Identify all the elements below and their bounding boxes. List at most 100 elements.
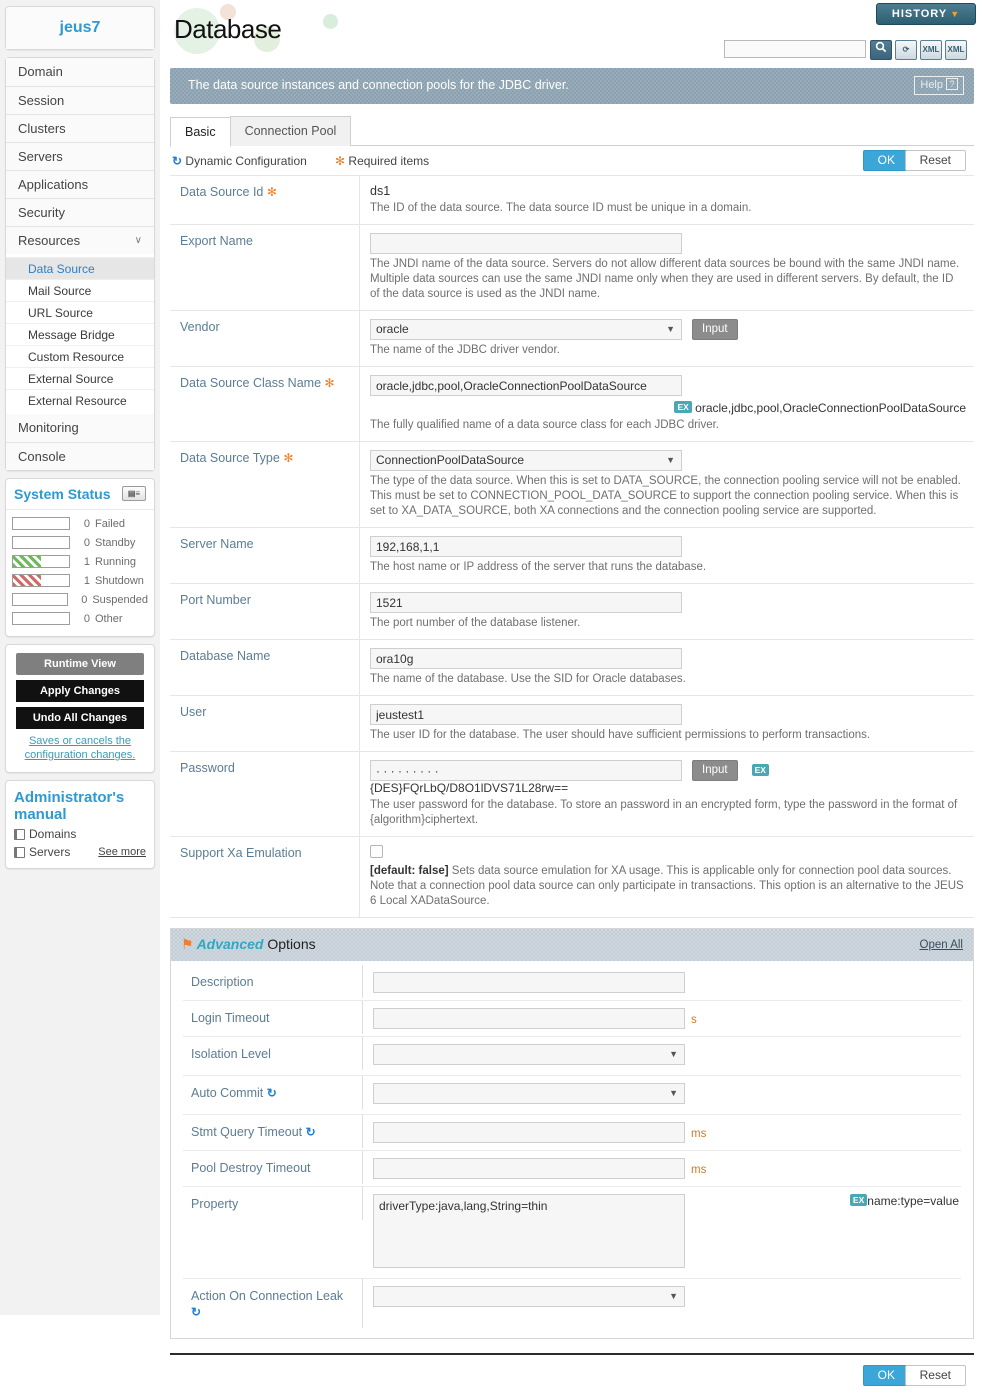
sidebar-item-console[interactable]: Console <box>6 442 154 470</box>
help-button[interactable]: Help? <box>914 76 964 95</box>
search-icon[interactable] <box>870 40 892 60</box>
sidebar-item-monitoring[interactable]: Monitoring <box>6 414 154 442</box>
field-data-source-class-name-input[interactable] <box>370 375 682 396</box>
sidebar-subitem-custom-resource[interactable]: Custom Resource <box>6 345 154 367</box>
save-cancel-note[interactable]: Saves or cancels the configuration chang… <box>16 734 144 762</box>
field-data-source-type-help: The type of the data source. When this i… <box>370 474 966 519</box>
history-button[interactable]: HISTORY ▼ <box>876 3 976 25</box>
field-data-source-id-help-text: The ID of the data source. The data sour… <box>370 202 752 214</box>
sidebar-item-session[interactable]: Session <box>6 86 154 114</box>
field-support-xa-emulation-help-default: [default: false] <box>370 865 449 877</box>
example-badge: EX <box>674 401 692 413</box>
ok-button-bottom[interactable]: OK <box>862 1365 910 1386</box>
see-more-link[interactable]: See more <box>98 846 146 858</box>
field-user-input[interactable] <box>370 704 682 725</box>
example-text: name:type=value <box>867 1194 959 1208</box>
undo-all-changes-button[interactable]: Undo All Changes <box>16 707 144 729</box>
example-text: {DES}FQrLbQ/D8O1lDVS71L28rw== <box>370 781 569 795</box>
field-password-input-button[interactable]: Input <box>692 760 738 781</box>
sidebar-subitem-external-source[interactable]: External Source <box>6 367 154 389</box>
sidebar-subitem-label: Custom Resource <box>28 350 125 364</box>
adv-isolation-level-select[interactable]: ▼ <box>373 1044 685 1065</box>
status-label: Running <box>95 555 136 568</box>
runtime-view-button[interactable]: Runtime View <box>16 653 144 675</box>
sidebar-subitem-label: External Source <box>28 372 114 386</box>
adv-pool-destroy-timeout-input[interactable] <box>373 1158 685 1179</box>
refresh-icon[interactable]: ⟳ <box>895 40 917 60</box>
sidebar-item-label: Clusters <box>18 121 66 136</box>
sidebar-subitem-data-source[interactable]: Data Source <box>6 257 154 279</box>
search-input[interactable] <box>724 40 866 58</box>
tab-connection-pool[interactable]: Connection Pool <box>229 116 352 146</box>
sidebar-subitem-url-source[interactable]: URL Source <box>6 301 154 323</box>
sidebar-subitem-label: External Resource <box>28 394 127 408</box>
field-server-name-input[interactable] <box>370 536 682 557</box>
sidebar-subitem-mail-source[interactable]: Mail Source <box>6 279 154 301</box>
sidebar-subitem-message-bridge[interactable]: Message Bridge <box>6 323 154 345</box>
field-password-input[interactable] <box>370 760 682 781</box>
monitor-icon[interactable]: ▤≡ <box>122 486 146 501</box>
status-bar <box>12 517 70 530</box>
sidebar-item-security[interactable]: Security <box>6 198 154 226</box>
status-count: 0 <box>83 536 90 549</box>
sidebar-subitem-external-resource[interactable]: External Resource <box>6 389 154 411</box>
form-row: Export Name The JNDI name of the data sou… <box>170 225 974 311</box>
tab-basic[interactable]: Basic <box>170 117 231 147</box>
xml-import-icon[interactable]: XML <box>920 40 942 60</box>
field-vendor-select[interactable]: oracle ▼ <box>370 319 682 340</box>
system-status-title: System Status <box>14 486 111 502</box>
field-export-name-help: The JNDI name of the data source. Server… <box>370 257 966 302</box>
adv-isolation-level-label-text: Isolation Level <box>191 1047 271 1061</box>
sidebar-item-applications[interactable]: Applications <box>6 170 154 198</box>
system-status-rows: 0 Failed 0 Standby 1 Running 1 Shutdown 0 Suspend… <box>6 509 154 636</box>
sidebar-item-resources[interactable]: Resources ∨ <box>6 226 154 254</box>
sidebar-subitem-label: Data Source <box>28 262 95 276</box>
adv-auto-commit-label-text: Auto Commit <box>191 1086 264 1100</box>
field-vendor-selected: oracle <box>376 322 409 336</box>
field-data-source-type-control: ConnectionPoolDataSource ▼ The type of the… <box>360 442 974 527</box>
field-support-xa-emulation-checkbox[interactable] <box>370 845 383 858</box>
field-port-number-input[interactable] <box>370 592 682 613</box>
manual-item-domains[interactable]: Domains <box>6 825 154 843</box>
manual-title: Administrator's manual <box>14 789 125 823</box>
sidebar-item-clusters[interactable]: Clusters <box>6 114 154 142</box>
advanced-options-body: Description Login Timeout s Isolation Level… <box>171 961 973 1338</box>
status-row: 0 Failed <box>12 514 148 533</box>
reset-button-top[interactable]: Reset <box>904 150 966 171</box>
field-database-name-label: Database Name <box>170 640 360 695</box>
open-all-link[interactable]: Open All <box>920 939 963 951</box>
dynamic-config-icon: ↻ <box>172 154 183 168</box>
status-bar <box>12 574 70 587</box>
sidebar-item-domain[interactable]: Domain <box>6 58 154 86</box>
form-row: Data Source Id ✻ ds1 The ID of the data so… <box>170 176 974 225</box>
xml-export-icon[interactable]: XML <box>945 40 967 60</box>
field-database-name-input[interactable] <box>370 648 682 669</box>
adv-description-control <box>363 965 961 1000</box>
status-label: Standby <box>95 536 136 549</box>
field-password-help: The user password for the database. To s… <box>370 798 966 828</box>
adv-property-label-text: Property <box>191 1197 239 1211</box>
field-vendor-input-button[interactable]: Input <box>692 319 738 340</box>
chevron-down-icon: ▼ <box>669 1088 678 1098</box>
adv-stmt-query-timeout-input[interactable] <box>373 1122 685 1143</box>
sidebar-subitem-label: Message Bridge <box>28 328 115 342</box>
adv-login-timeout-input[interactable] <box>373 1008 685 1029</box>
field-export-name-input[interactable] <box>370 233 682 254</box>
adv-property-textarea[interactable]: driverType:java,lang,String=thin <box>373 1194 685 1268</box>
reset-button-bottom[interactable]: Reset <box>904 1365 966 1386</box>
field-support-xa-emulation-help-text: Sets data source emulation for XA usage.… <box>370 865 964 907</box>
sidebar-item-label: Security <box>18 205 65 220</box>
field-data-source-type-select[interactable]: ConnectionPoolDataSource ▼ <box>370 450 682 471</box>
description-banner: The data source instances and connection… <box>170 68 974 104</box>
field-port-number-label: Port Number <box>170 584 360 639</box>
field-user-label-text: User <box>180 705 207 719</box>
adv-auto-commit-select[interactable]: ▼ <box>373 1083 685 1104</box>
advanced-row: Stmt Query Timeout ↻ ms <box>183 1115 961 1151</box>
sidebar-item-servers[interactable]: Servers <box>6 142 154 170</box>
manual-item-servers[interactable]: Servers See more <box>6 843 154 868</box>
apply-changes-button[interactable]: Apply Changes <box>16 680 144 702</box>
adv-description-input[interactable] <box>373 972 685 993</box>
adv-action-on-connection-leak-select[interactable]: ▼ <box>373 1286 685 1307</box>
ok-button-top[interactable]: OK <box>862 150 910 171</box>
field-data-source-type-label: Data Source Type ✻ <box>170 442 360 527</box>
